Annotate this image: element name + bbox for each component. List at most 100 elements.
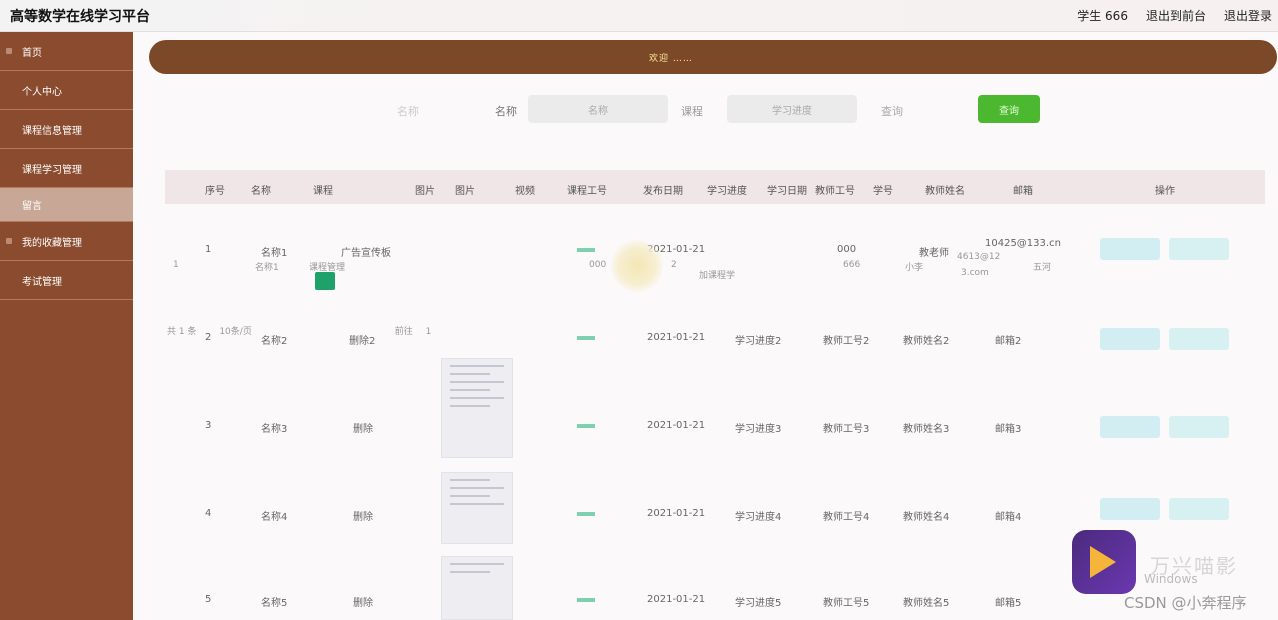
cell-name: 名称5 bbox=[261, 598, 288, 609]
edit-button[interactable] bbox=[1169, 328, 1229, 350]
table-row: 2 名称2 删除2 2021-01-21 学习进度2 教师工号2 教师姓名2 邮… bbox=[165, 328, 1265, 358]
ghost-no: 000 bbox=[589, 260, 607, 270]
status-mark bbox=[577, 598, 595, 602]
th-study-date: 学习日期 bbox=[767, 186, 807, 197]
cell-teacher-no: 教师工号2 bbox=[823, 336, 870, 347]
th-progress: 学习进度 bbox=[707, 186, 747, 197]
cell-teacher-no: 教师工号4 bbox=[823, 512, 870, 523]
sidebar-item-label: 个人中心 bbox=[22, 86, 62, 98]
cell-progress: 学习进度2 bbox=[735, 336, 782, 347]
sidebar-item-label: 考试管理 bbox=[22, 276, 62, 288]
cell-teacher: 教师姓名2 bbox=[903, 336, 950, 347]
cell-email: 邮箱3 bbox=[995, 424, 1022, 435]
sidebar-item-label: 首页 bbox=[22, 47, 42, 59]
cell-progress: 学习进度3 bbox=[735, 424, 782, 435]
edit-button[interactable] bbox=[1169, 416, 1229, 438]
csdn-watermark: CSDN @小奔程序 bbox=[1124, 594, 1247, 612]
cell-email: 邮箱5 bbox=[995, 598, 1022, 609]
back-to-frontend-link[interactable]: 退出到前台 bbox=[1146, 7, 1206, 24]
cell-name: 名称2 bbox=[261, 336, 288, 347]
sidebar-item-home[interactable]: 首页 bbox=[0, 32, 133, 71]
welcome-banner: 欢迎 …… bbox=[149, 40, 1277, 74]
bullet-icon bbox=[6, 48, 12, 54]
sidebar-item-course-study[interactable]: 课程学习管理 bbox=[0, 149, 133, 188]
cell-progress: 学习进度5 bbox=[735, 598, 782, 609]
cell-course: 删除 bbox=[353, 598, 373, 609]
ghost-region: 五河 bbox=[1033, 263, 1052, 273]
cell-date: 2021-01-21 bbox=[647, 420, 706, 431]
cell-teacher-no: 教师工号5 bbox=[823, 598, 870, 609]
edit-button[interactable] bbox=[1169, 238, 1229, 260]
bullet-icon bbox=[6, 238, 12, 244]
status-mark bbox=[577, 336, 595, 340]
progress-search-input[interactable]: 学习进度 bbox=[727, 95, 857, 123]
status-mark bbox=[577, 424, 595, 428]
th-image: 图片 bbox=[415, 186, 435, 197]
cell-email: 10425@133.cn bbox=[985, 238, 1061, 249]
th-course-no: 课程工号 bbox=[567, 186, 607, 197]
cell-date: 2021-01-21 bbox=[647, 508, 706, 519]
th-actions: 操作 bbox=[1155, 186, 1175, 197]
top-right-links: 学生 666 退出到前台 退出登录 bbox=[1077, 7, 1272, 24]
play-icon bbox=[1090, 546, 1116, 578]
ghost-index: 1 bbox=[173, 260, 179, 270]
ghost-666: 666 bbox=[843, 260, 861, 270]
cell-name: 名称3 bbox=[261, 424, 288, 435]
status-mark bbox=[577, 248, 595, 252]
query-label: 查询 bbox=[881, 105, 903, 118]
cell-index: 5 bbox=[205, 594, 212, 605]
cell-index: 4 bbox=[205, 508, 212, 519]
cell-teacher-no: 000 bbox=[837, 244, 857, 255]
th-date: 发布日期 bbox=[643, 186, 683, 197]
cell-teacher: 教老师 bbox=[919, 248, 949, 259]
th-teacher-no: 教师工号 bbox=[815, 186, 855, 197]
th-course: 课程 bbox=[313, 186, 333, 197]
top-bar: 高等数学在线学习平台 学生 666 退出到前台 退出登录 bbox=[0, 0, 1278, 32]
ghost-study: 加课程学 bbox=[699, 271, 736, 281]
ghost-num: 2 bbox=[671, 260, 677, 270]
cell-index: 1 bbox=[205, 244, 212, 255]
sidebar-item-label: 留言 bbox=[22, 201, 42, 212]
sidebar-item-profile[interactable]: 个人中心 bbox=[0, 71, 133, 110]
detail-button[interactable] bbox=[1100, 416, 1160, 438]
table-row: 5 名称5 删除 2021-01-21 学习进度5 教师工号5 教师姓名5 邮箱… bbox=[165, 592, 1265, 620]
cell-course: 删除2 bbox=[349, 336, 376, 347]
table-row: 3 名称3 删除 2021-01-21 学习进度3 教师工号3 教师姓名3 邮箱… bbox=[165, 416, 1265, 446]
sidebar-item-label: 课程学习管理 bbox=[22, 164, 82, 176]
course-label: 课程 bbox=[681, 105, 703, 118]
th-index: 序号 bbox=[205, 186, 225, 197]
logout-link[interactable]: 退出登录 bbox=[1224, 7, 1272, 24]
search-bar: 名称 名称 名称 课程 学习进度 查询 查询 bbox=[133, 94, 1278, 124]
cell-course: 删除 bbox=[353, 424, 373, 435]
detail-button[interactable] bbox=[1100, 328, 1160, 350]
cell-teacher: 教师姓名4 bbox=[903, 512, 950, 523]
cell-course: 删除 bbox=[353, 512, 373, 523]
cell-date: 2021-01-21 bbox=[647, 594, 706, 605]
detail-button[interactable] bbox=[1100, 238, 1160, 260]
mouse-cursor-highlight bbox=[611, 240, 663, 292]
ghost-email-b: 3.com bbox=[961, 268, 989, 278]
current-user: 学生 666 bbox=[1077, 9, 1128, 23]
ghost-name: 名称1 bbox=[255, 263, 279, 273]
th-student-no: 学号 bbox=[873, 186, 893, 197]
sidebar-item-message[interactable]: 留言 bbox=[0, 188, 133, 222]
cell-date: 2021-01-21 bbox=[647, 332, 706, 343]
edit-button[interactable] bbox=[1169, 498, 1229, 520]
app-title: 高等数学在线学习平台 bbox=[10, 9, 150, 25]
th-image2: 图片 bbox=[455, 186, 475, 197]
search-label-ghost: 名称 bbox=[397, 105, 419, 118]
sidebar-item-favorites[interactable]: 我的收藏管理 bbox=[0, 222, 133, 261]
cell-teacher: 教师姓名5 bbox=[903, 598, 950, 609]
th-name: 名称 bbox=[251, 186, 271, 197]
detail-button[interactable] bbox=[1100, 498, 1160, 520]
sidebar-item-label: 课程信息管理 bbox=[22, 125, 82, 137]
cell-course: 广告宣传板 bbox=[341, 248, 391, 259]
sidebar-item-course-info[interactable]: 课程信息管理 bbox=[0, 110, 133, 149]
banner-text: 欢迎 …… bbox=[649, 54, 693, 64]
sidebar-item-exam[interactable]: 考试管理 bbox=[0, 261, 133, 300]
cell-teacher-no: 教师工号3 bbox=[823, 424, 870, 435]
name-search-input[interactable]: 名称 bbox=[528, 95, 668, 123]
video-editor-logo-icon bbox=[1072, 530, 1136, 594]
th-video: 视频 bbox=[515, 186, 535, 197]
query-button[interactable]: 查询 bbox=[978, 95, 1040, 123]
